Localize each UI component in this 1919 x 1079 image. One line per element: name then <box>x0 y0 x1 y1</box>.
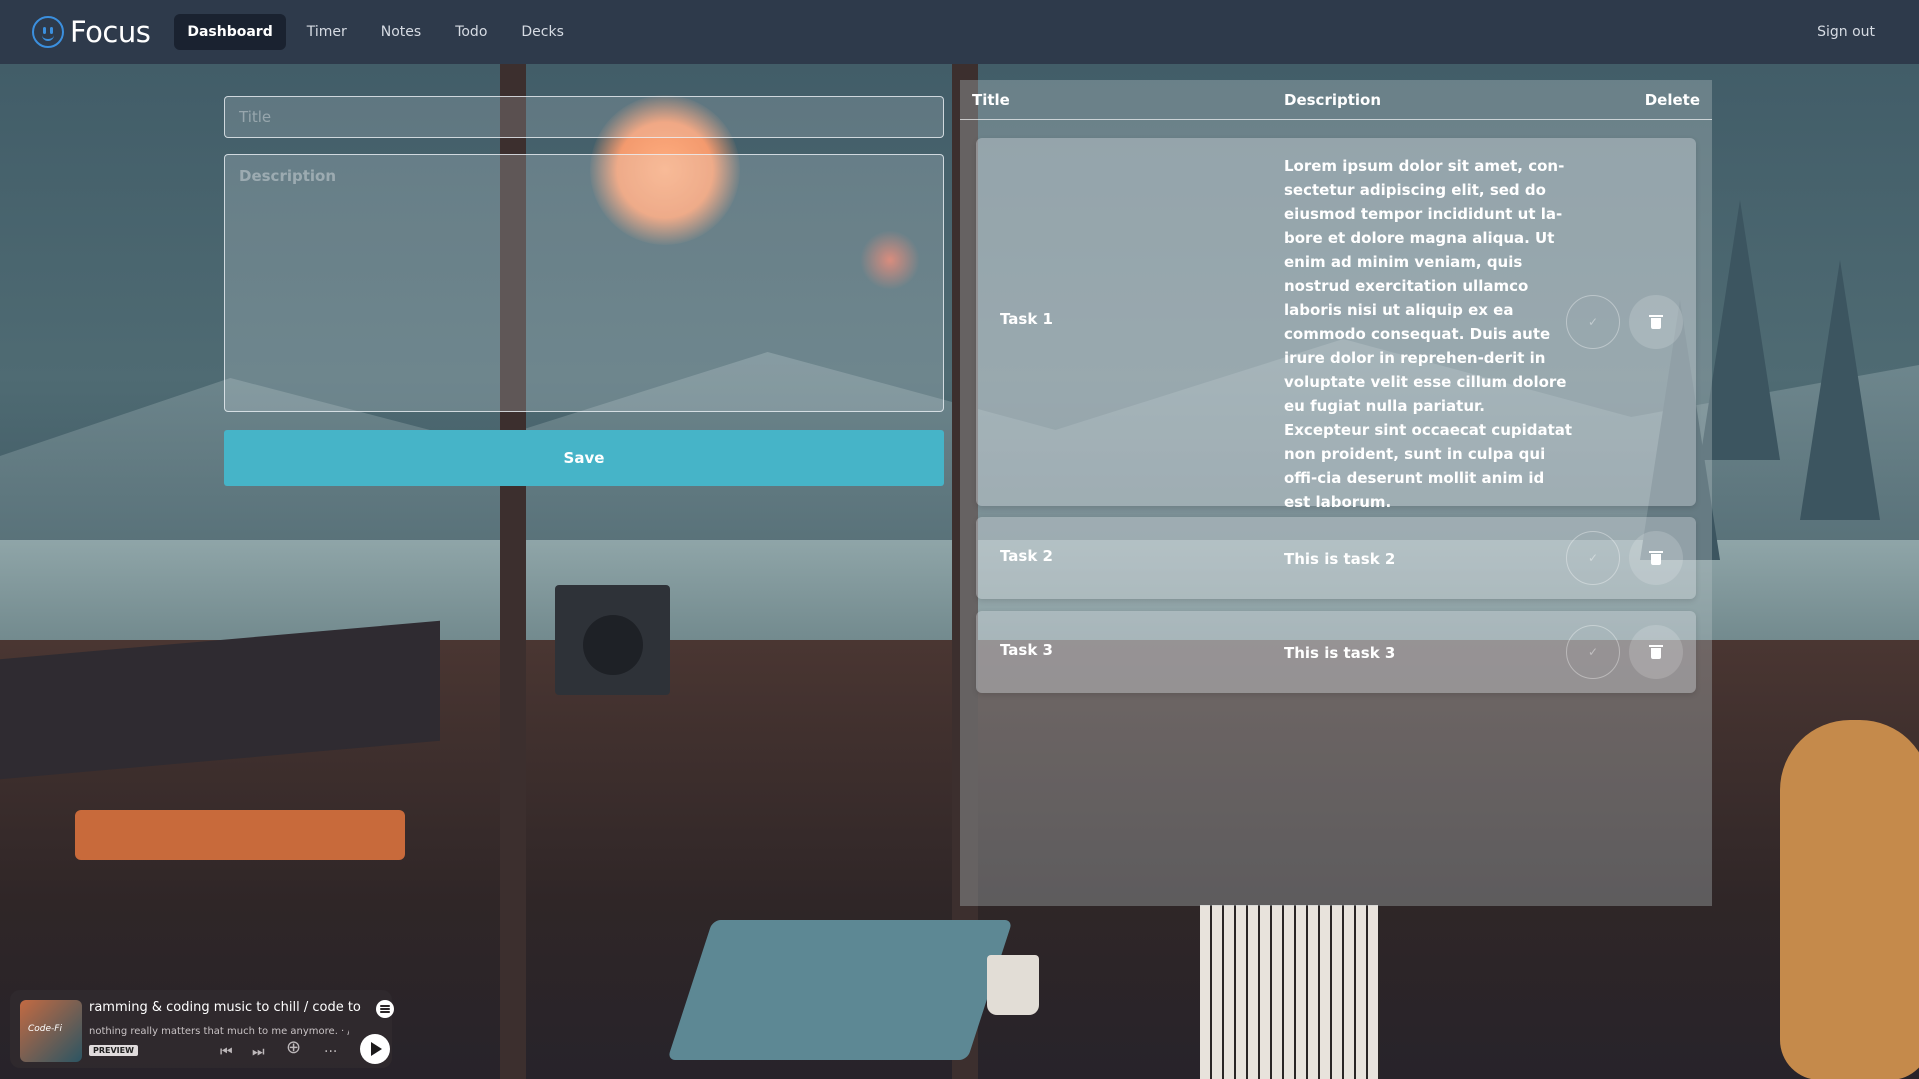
check-icon: ✓ <box>1587 315 1599 329</box>
pine-tree <box>1800 260 1880 520</box>
preview-badge: PREVIEW <box>89 1045 138 1056</box>
guitar <box>1780 720 1919 1079</box>
coffee-mug <box>987 955 1039 1015</box>
task-description: This is task 3 <box>1284 644 1396 662</box>
column-header-delete: Delete <box>1644 91 1700 109</box>
brand[interactable]: Focus <box>32 15 151 49</box>
next-track-icon[interactable]: ⏭ <box>252 1044 265 1060</box>
bench <box>75 810 405 860</box>
delete-task-button[interactable] <box>1629 625 1683 679</box>
brand-name: Focus <box>70 15 151 49</box>
track-title[interactable]: ramming & coding music to chill / code t… <box>89 1000 369 1015</box>
column-header-description: Description <box>1284 91 1382 109</box>
table-row: Task 1 Lorem ipsum dolor sit amet, con-s… <box>976 138 1696 511</box>
table-row: Task 3 This is task 3 ✓ <box>976 611 1696 693</box>
nav-link-todo[interactable]: Todo <box>442 14 500 50</box>
track-artist[interactable]: nothing really matters that much to me a… <box>89 1026 349 1037</box>
check-icon: ✓ <box>1587 645 1599 659</box>
task-description: This is task 2 <box>1284 550 1396 568</box>
nav-links: Dashboard Timer Notes Todo Decks <box>174 14 577 50</box>
laptop <box>667 920 1013 1060</box>
delete-task-button[interactable] <box>1629 295 1683 349</box>
nav-link-dashboard[interactable]: Dashboard <box>174 14 286 50</box>
description-input[interactable] <box>224 154 944 412</box>
more-options-icon[interactable]: ··· <box>324 1044 337 1060</box>
complete-task-button[interactable]: ✓ <box>1566 295 1620 349</box>
delete-task-button[interactable] <box>1629 531 1683 585</box>
table-header: Title Description Delete <box>960 80 1712 120</box>
nav-link-timer[interactable]: Timer <box>294 14 360 50</box>
sign-out-link[interactable]: Sign out <box>1805 14 1887 50</box>
trash-icon <box>1649 645 1663 659</box>
todo-table: Title Description Delete Task 1 Lorem ip… <box>960 80 1712 906</box>
column-header-title: Title <box>972 91 1010 109</box>
task-description: Lorem ipsum dolor sit amet, con-sectetur… <box>1284 157 1573 511</box>
speaker <box>555 585 670 695</box>
add-icon[interactable]: ⊕ <box>286 1039 301 1057</box>
check-icon: ✓ <box>1587 551 1599 565</box>
trash-icon <box>1649 315 1663 329</box>
task-title: Task 3 <box>1000 641 1053 659</box>
spotify-player: Code-Fi ramming & coding music to chill … <box>10 990 394 1068</box>
task-title: Task 2 <box>1000 547 1053 565</box>
nav-link-notes[interactable]: Notes <box>368 14 434 50</box>
complete-task-button[interactable]: ✓ <box>1566 531 1620 585</box>
play-button[interactable] <box>360 1034 390 1064</box>
save-button[interactable]: Save <box>224 430 944 486</box>
album-cover-text: Code-Fi <box>28 1024 62 1034</box>
task-title: Task 1 <box>1000 310 1053 328</box>
album-cover[interactable]: Code-Fi <box>20 1000 82 1062</box>
spotify-icon[interactable] <box>376 1000 394 1018</box>
previous-track-icon[interactable]: ⏮ <box>220 1044 233 1060</box>
trash-icon <box>1649 551 1663 565</box>
table-row: Task 2 This is task 2 ✓ <box>976 517 1696 599</box>
keyboard-synth <box>1200 905 1380 1079</box>
nav-link-decks[interactable]: Decks <box>508 14 577 50</box>
title-input[interactable] <box>224 96 944 138</box>
complete-task-button[interactable]: ✓ <box>1566 625 1620 679</box>
smiley-logo-icon <box>32 16 64 48</box>
top-navbar: Focus Dashboard Timer Notes Todo Decks S… <box>0 0 1919 64</box>
